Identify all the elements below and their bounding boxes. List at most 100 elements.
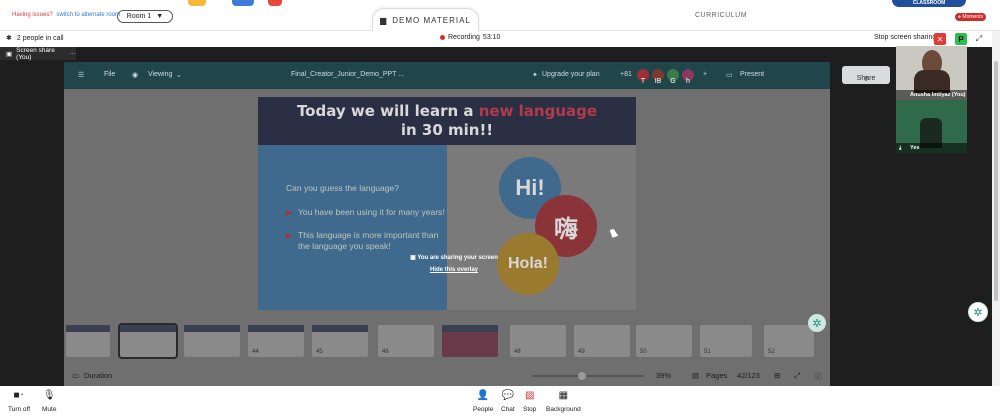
slide-thumbnail[interactable]: 49 — [574, 325, 630, 357]
collaborator-count: +81 — [620, 71, 632, 78]
room-label: Room 1 — [126, 13, 152, 20]
tab-demo-material[interactable]: ▆ DEMO MATERIAL — [372, 8, 479, 31]
hola-bubble: Hola! — [497, 233, 559, 295]
gear-icon[interactable]: ✱ — [6, 34, 12, 42]
zoom-slider[interactable] — [532, 372, 644, 380]
viewing-menu[interactable]: Viewing — [148, 71, 172, 78]
slide-thumbnail[interactable]: 51 — [700, 325, 752, 357]
slide-thumbnail[interactable] — [442, 325, 498, 357]
video-tile-self[interactable]: Anusha Imtiyaz (You) — [896, 46, 967, 100]
mute-label: Mute — [42, 406, 57, 413]
slide-thumbnail[interactable]: 44 — [248, 325, 304, 357]
recording-indicator: Recording 53:10 — [440, 34, 500, 41]
screen-share-tab[interactable]: ▣ Screen share (You) ··· — [0, 46, 77, 61]
recording-label: Recording — [448, 34, 480, 41]
chevron-down-icon: ⌄ — [176, 72, 182, 79]
upgrade-plan-link[interactable]: Upgrade your plan — [542, 71, 600, 78]
file-menu[interactable]: File — [104, 71, 115, 78]
top-bar: Having issues? switch to alternate room … — [0, 0, 1000, 31]
slide-bullet: You have been using it for many years! — [286, 207, 447, 218]
slide-number: 46 — [382, 349, 389, 355]
camera-icon: ■⌃ — [13, 390, 25, 401]
participant-name-text: Yes — [910, 145, 920, 151]
close-icon: ✕ — [936, 34, 944, 44]
scrollbar-thumb[interactable] — [994, 61, 998, 301]
slide-thumbnail[interactable]: 48 — [510, 325, 566, 357]
chat-button[interactable]: 💬 Chat — [501, 390, 515, 413]
eye-icon: ◉ — [132, 72, 139, 79]
alternate-room-link[interactable]: switch to alternate room — [56, 12, 120, 18]
slide-thumbnail[interactable]: 45 — [312, 325, 368, 357]
vertical-scrollbar[interactable] — [992, 31, 1000, 386]
slide-thumbnail[interactable]: 46 — [378, 325, 434, 357]
slide-thumbnail[interactable] — [66, 325, 110, 357]
avatar-letter: T — [640, 78, 646, 85]
present-button[interactable]: Present — [740, 71, 764, 78]
canva-footer: ▭ Duration 39% ▤ Pages 42/123 ⊞ ⤢ ⓘ — [64, 365, 830, 386]
canva-stage: Today we will learn a new language in 30… — [64, 89, 830, 386]
mute-button[interactable]: 🎙 Mute — [42, 390, 56, 413]
avatar[interactable]: T — [636, 68, 650, 85]
bottom-toolbar: ■⌃ Turn off 🎙 Mute 👤 People 💬 Chat ▨ Sto… — [0, 386, 1000, 418]
tab-curriculum[interactable]: CURRICULUM — [695, 12, 747, 19]
sharing-overlay: ▣ You are sharing your screen Hide this … — [404, 254, 504, 284]
turn-off-label: Turn off — [8, 406, 31, 413]
slide-thumbnail[interactable]: 52 — [764, 325, 814, 357]
zoom-slider-handle[interactable] — [578, 372, 586, 380]
help-icon[interactable]: ⓘ — [814, 371, 822, 382]
people-icon: 👤 — [476, 390, 490, 401]
participant-name: Anusha Imtiyaz (You) — [896, 90, 967, 100]
canva-share-button[interactable]: ⇪ Share — [842, 66, 890, 84]
menu-icon[interactable]: ☰ — [78, 71, 84, 79]
screen-share-label: Screen share (You) — [16, 46, 55, 61]
slide-number: 48 — [514, 349, 521, 355]
slide-thumbnail[interactable] — [184, 325, 240, 357]
pages-icon: ▤ — [692, 371, 700, 380]
avatar[interactable]: IB — [651, 68, 665, 85]
folder-icon: ▆ — [380, 15, 388, 25]
slide-title-highlight: new language — [478, 102, 598, 120]
pages-button[interactable]: Pages — [706, 371, 727, 380]
room-selector[interactable]: Room 1 ▼ — [117, 10, 173, 23]
screen-icon: ▣ — [6, 50, 13, 58]
add-icon[interactable]: + — [703, 71, 707, 78]
bubble-text: 嗨 — [554, 215, 578, 243]
slide-thumbnail[interactable]: 50 — [636, 325, 692, 357]
more-icon[interactable]: ··· — [70, 50, 77, 57]
background-label: Background — [546, 406, 581, 413]
zoom-level: 39% — [656, 371, 672, 380]
people-button[interactable]: 👤 People — [473, 390, 493, 413]
fullscreen-button[interactable]: ⤢ — [973, 33, 985, 45]
avatar[interactable]: h — [681, 68, 695, 85]
slide-number: 50 — [640, 349, 647, 355]
slide-number: 45 — [316, 349, 323, 355]
bubble-text: Hola! — [508, 255, 548, 272]
share-label: Share — [856, 75, 876, 82]
document-title[interactable]: Final_Creator_Junior_Demo_PPT ... — [291, 71, 404, 78]
background-button[interactable]: ▦ Background — [546, 390, 581, 413]
crown-icon: ✦ — [532, 72, 538, 79]
call-bar: ✱ 2 people in call Recording 53:10 Stop … — [0, 31, 1000, 47]
slide-number: 49 — [578, 349, 585, 355]
slide-thumbnail[interactable] — [118, 323, 178, 359]
turn-off-camera-button[interactable]: ■⌃ Turn off — [8, 390, 30, 413]
issue-text: Having issues? — [12, 12, 53, 18]
sharing-message: ▣ You are sharing your screen — [404, 254, 504, 261]
pip-button[interactable]: P — [955, 33, 967, 45]
moments-button[interactable]: ● Moments — [955, 13, 986, 21]
avatar-letter: h — [686, 78, 690, 85]
stop-sharing-label: Stop screen sharing — [874, 34, 937, 41]
avatar[interactable]: G — [666, 68, 680, 85]
expand-icon[interactable]: ⤢ — [794, 371, 800, 381]
stop-sharing-button[interactable]: ✕ — [934, 33, 946, 45]
duration-button[interactable]: Duration — [84, 371, 112, 380]
hide-overlay-link[interactable]: Hide this overlay — [404, 267, 504, 273]
stop-sharing-toolbar-button[interactable]: ▨ Stop — [523, 390, 536, 413]
grid-icon[interactable]: ⊞ — [774, 371, 780, 380]
stop-share-icon: ▨ — [524, 390, 535, 401]
recording-time: 53:10 — [482, 34, 501, 41]
assistant-float-icon[interactable]: ✲ — [968, 302, 988, 322]
video-tile-participant[interactable]: ⤓ Yes — [896, 100, 967, 153]
assistant-icon[interactable]: ✲ — [808, 314, 826, 332]
moments-icon: ● — [958, 14, 962, 20]
